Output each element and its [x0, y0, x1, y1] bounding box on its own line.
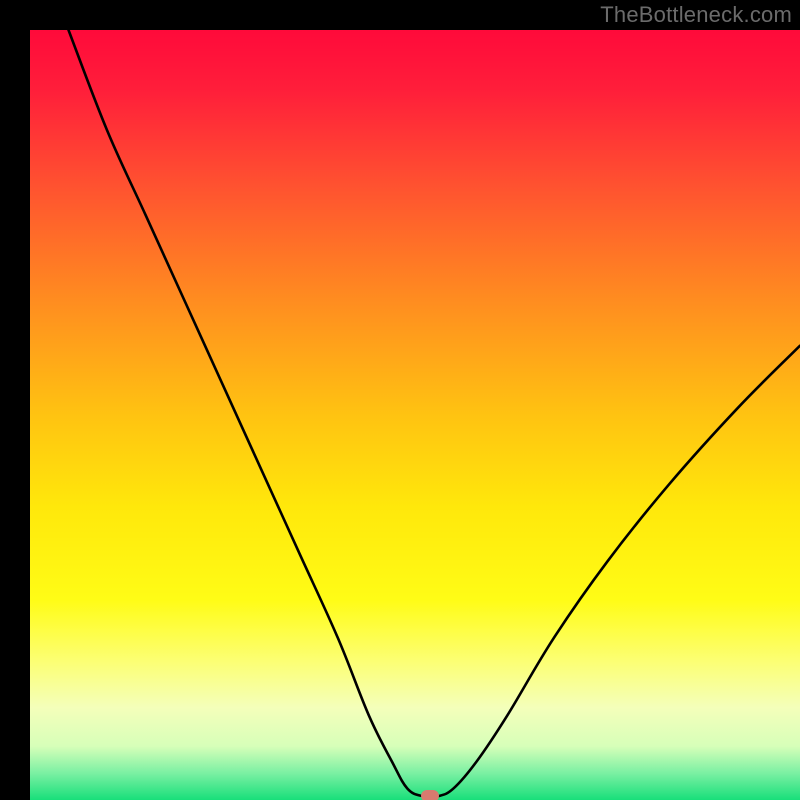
chart-frame: TheBottleneck.com: [0, 0, 800, 800]
plot-area: [30, 30, 800, 800]
optimal-point-marker: [421, 790, 439, 800]
bottleneck-curve: [30, 30, 800, 800]
watermark-text: TheBottleneck.com: [600, 2, 792, 28]
